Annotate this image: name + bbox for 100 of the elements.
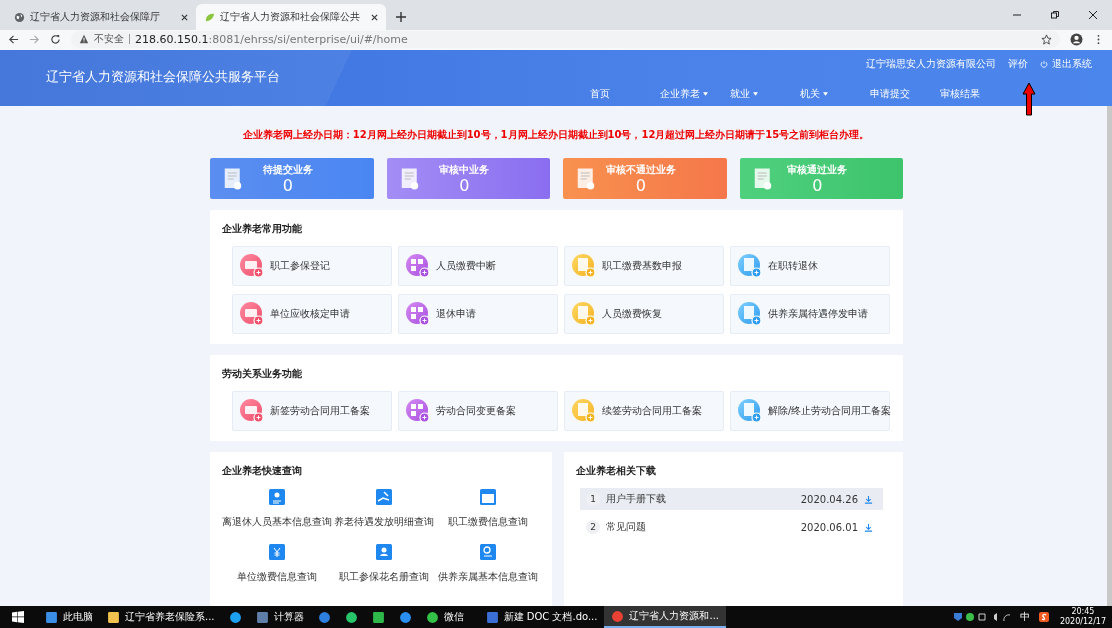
close-icon[interactable] xyxy=(1088,10,1098,20)
close-icon[interactable] xyxy=(181,13,188,21)
function-label: 职工缴费基数申报 xyxy=(602,259,682,273)
caret-icon xyxy=(823,92,828,96)
download-row[interactable]: 1 用户手册下载 2020.04.26 xyxy=(580,488,883,510)
function-icon xyxy=(737,253,763,279)
warning-icon xyxy=(79,34,89,44)
function-label: 职工参保登记 xyxy=(270,259,330,273)
download-icon[interactable] xyxy=(864,522,873,532)
status-label: 审核不通过业务 xyxy=(605,162,676,177)
function-tile[interactable]: 人员缴费中断 xyxy=(398,246,558,286)
document-icon xyxy=(753,166,772,191)
function-icon xyxy=(405,253,431,279)
function-tile[interactable]: 解除/终止劳动合同用工备案 xyxy=(730,391,890,431)
download-name: 用户手册下载 xyxy=(606,492,666,506)
company-name: 辽宁瑞思安人力资源有限公司 xyxy=(866,57,996,71)
download-icon[interactable] xyxy=(864,494,873,504)
row-number: 2 xyxy=(586,520,600,534)
back-icon[interactable] xyxy=(8,33,19,45)
app-icon xyxy=(228,610,242,624)
nav-menu-item[interactable]: 就业 xyxy=(730,87,800,101)
nav-menu-item[interactable]: 机关 xyxy=(800,87,870,101)
status-count: 0 xyxy=(812,176,823,195)
query-icon[interactable] xyxy=(268,488,286,506)
query-link[interactable]: 职工缴费信息查询 xyxy=(448,515,528,529)
function-tile[interactable]: 退休申请 xyxy=(398,294,558,334)
function-icon xyxy=(571,398,597,424)
query-icon[interactable] xyxy=(479,488,497,506)
function-tile[interactable]: 供养亲属待遇停发申请 xyxy=(730,294,890,334)
input-method-indicator[interactable]: 中 xyxy=(1019,610,1030,624)
nav-menu-item[interactable]: 首页 xyxy=(590,87,660,101)
query-link[interactable]: 离退休人员基本信息查询 xyxy=(222,515,332,529)
function-tile[interactable]: 劳动合同变更备案 xyxy=(398,391,558,431)
logout-link[interactable]: 退出系统 xyxy=(1052,57,1092,71)
document-icon xyxy=(224,166,242,191)
query-link[interactable]: 单位缴费信息查询 xyxy=(237,570,317,584)
status-label: 审核中业务 xyxy=(439,162,490,177)
status-count: 0 xyxy=(282,176,293,195)
app-icon xyxy=(317,610,331,624)
section-title: 企业养老常用功能 xyxy=(222,222,303,236)
query-link[interactable]: 养老待遇发放明细查询 xyxy=(334,515,434,529)
status-count: 0 xyxy=(635,176,646,195)
function-icon xyxy=(571,253,597,279)
function-icon xyxy=(737,301,763,327)
document-icon xyxy=(400,166,419,191)
star-icon[interactable] xyxy=(1041,33,1052,45)
arrow-icon xyxy=(1022,82,1036,116)
taskbar-button[interactable]: 此电脑 xyxy=(38,606,100,628)
taskbar-button[interactable]: 辽宁省养老保险系... xyxy=(100,606,222,628)
browser-tab[interactable]: 辽宁省人力资源和社会保障公共 xyxy=(196,4,386,30)
status-count: 0 xyxy=(459,176,470,195)
query-icon[interactable] xyxy=(375,488,393,506)
taskbar-button[interactable]: 微信 xyxy=(418,606,479,628)
nav-menu-item[interactable]: 企业养老 xyxy=(660,87,730,101)
function-tile[interactable]: 职工参保登记 xyxy=(232,246,392,286)
url-text: 218.60.150.1:8081/ehrss/si/enterprise/ui/#/home xyxy=(135,32,408,46)
function-label: 新签劳动合同用工备案 xyxy=(270,404,370,418)
status-label: 审核通过业务 xyxy=(787,162,848,177)
function-tile[interactable]: 职工缴费基数申报 xyxy=(564,246,724,286)
download-row[interactable]: 2 常见问题 2020.06.01 xyxy=(580,516,883,538)
row-number: 1 xyxy=(586,492,600,506)
close-icon[interactable] xyxy=(371,13,378,21)
reload-icon[interactable] xyxy=(50,33,61,45)
function-tile[interactable]: 人员缴费恢复 xyxy=(564,294,724,334)
query-link[interactable]: 职工参保花名册查询 xyxy=(339,570,429,584)
query-icon[interactable] xyxy=(268,543,286,561)
function-icon xyxy=(571,301,597,327)
caret-icon xyxy=(753,92,758,96)
function-label: 单位应收核定申请 xyxy=(270,307,350,321)
clock[interactable]: 20:45 2020/12/17 xyxy=(1059,607,1106,627)
query-icon[interactable] xyxy=(479,543,497,561)
function-icon xyxy=(239,301,265,327)
function-tile[interactable]: 新签劳动合同用工备案 xyxy=(232,391,392,431)
profile-icon[interactable] xyxy=(1070,32,1083,46)
taskbar-button[interactable]: 新建 DOC 文档.do... xyxy=(478,606,605,628)
taskbar-button[interactable]: 计算器 xyxy=(248,606,311,628)
function-tile[interactable]: 在职转退休 xyxy=(730,246,890,286)
nav-menu-item[interactable]: 申请提交 xyxy=(870,87,940,101)
download-date: 2020.04.26 xyxy=(800,493,858,505)
browser-tab[interactable]: 辽宁省人力资源和社会保障厅 xyxy=(6,4,196,30)
app-icon xyxy=(425,610,439,624)
function-label: 供养亲属待遇停发申请 xyxy=(768,307,868,321)
query-link[interactable]: 供养亲属基本信息查询 xyxy=(438,570,538,584)
document-icon xyxy=(577,166,595,191)
security-label: 不安全 xyxy=(94,32,124,46)
rate-link[interactable]: 评价 xyxy=(1008,57,1028,71)
address-field[interactable]: 不安全 218.60.150.1:8081/ehrss/si/enterprise/ui/#/home xyxy=(71,30,1060,48)
windows-start-icon[interactable] xyxy=(12,611,24,623)
download-name: 常见问题 xyxy=(606,520,646,534)
function-label: 人员缴费恢复 xyxy=(602,307,662,321)
system-tray-icon[interactable] xyxy=(951,611,1012,623)
nav-menu-item[interactable]: 审核结果 xyxy=(940,87,1010,101)
new-tab-icon[interactable] xyxy=(396,12,406,22)
function-label: 劳动合同变更备案 xyxy=(436,404,516,418)
restore-icon[interactable] xyxy=(1050,10,1060,20)
function-tile[interactable]: 单位应收核定申请 xyxy=(232,294,392,334)
query-icon[interactable] xyxy=(375,543,393,561)
taskbar-button[interactable]: 辽宁省人力资源和... xyxy=(604,606,726,628)
s-logo-icon[interactable] xyxy=(1037,611,1050,623)
function-tile[interactable]: 续签劳动合同用工备案 xyxy=(564,391,724,431)
